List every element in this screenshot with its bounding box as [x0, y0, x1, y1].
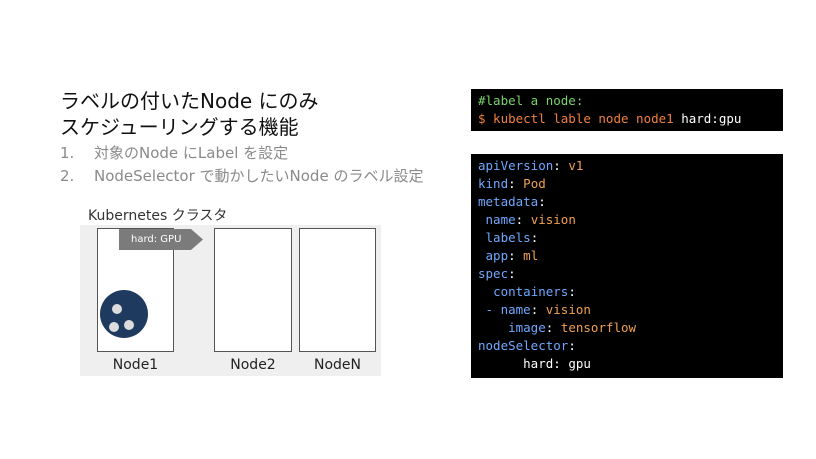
- slide-title: ラベルの付いたNode にのみ スケジューリングする機能: [60, 88, 319, 140]
- step-number: 2.: [60, 167, 75, 185]
- yaml-line: metadata:: [478, 194, 546, 209]
- label-tag: hard: GPU: [119, 229, 203, 250]
- node-n-box: [299, 228, 376, 352]
- node-2-box: [214, 228, 292, 352]
- steps-list: 1. 対象のNode にLabel を設定 2. NodeSelector で動かし…: [60, 142, 423, 188]
- cluster-label: Kubernetes クラスタ: [88, 208, 228, 224]
- yaml-line: labels:: [485, 230, 539, 245]
- yaml-line: containers:: [493, 284, 576, 299]
- pod-dot: [109, 322, 119, 332]
- yaml-line: apiVersion: v1: [478, 158, 584, 173]
- step-item: 1. 対象のNode にLabel を設定: [60, 142, 423, 165]
- yaml-line: kind: Pod: [478, 176, 546, 191]
- yaml-line: app: ml: [485, 248, 539, 263]
- command-line: $ kubectl lable node node1 hard:gpu: [478, 111, 742, 126]
- pod-icon: [100, 290, 148, 338]
- yaml-line: hard: gpu: [523, 356, 591, 371]
- slide-title-line1: ラベルの付いたNode にのみ: [60, 89, 319, 113]
- yaml-line: name: vision: [485, 212, 576, 227]
- command-comment: #label a node:: [478, 93, 584, 108]
- node-2-label: Node2: [230, 357, 276, 373]
- step-text: NodeSelector で動かしたいNode のラベル設定: [94, 167, 424, 185]
- pod-dot: [124, 320, 134, 330]
- pod-dot: [112, 304, 122, 314]
- step-number: 1.: [60, 144, 75, 162]
- node-1-label: Node1: [112, 357, 159, 373]
- yaml-line: nodeSelector:: [478, 338, 576, 353]
- yaml-line: spec:: [478, 266, 516, 281]
- step-item: 2. NodeSelector で動かしたいNode のラベル設定: [60, 165, 423, 188]
- yaml-line: image: tensorflow: [508, 320, 637, 335]
- yaml-line: - name: vision: [485, 302, 591, 317]
- node-n-label: NodeN: [313, 357, 361, 373]
- command-block: #label a node: $ kubectl lable node node…: [471, 89, 783, 131]
- step-text: 対象のNode にLabel を設定: [94, 144, 289, 162]
- slide-title-line2: スケジューリングする機能: [60, 115, 299, 139]
- yaml-block: apiVersion: v1 kind: Pod metadata: name:…: [471, 154, 783, 378]
